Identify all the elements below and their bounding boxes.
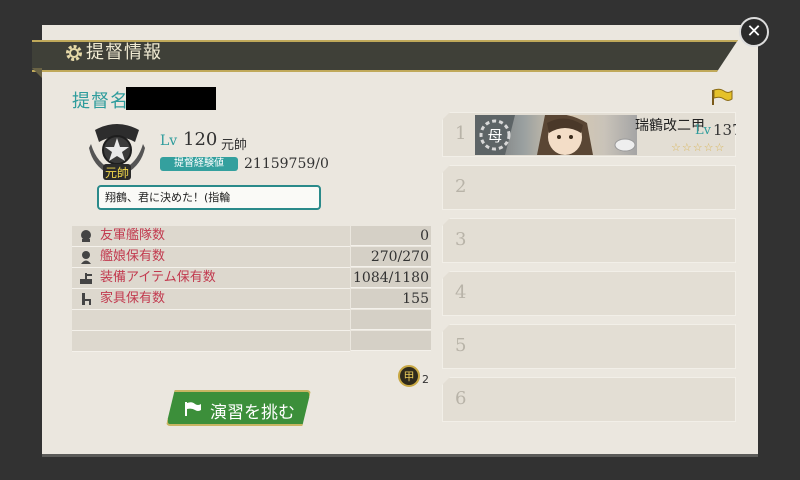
window-title: 提督情報	[86, 42, 162, 63]
fleet-icon	[81, 230, 91, 242]
stat-label: 家具保有数	[100, 291, 166, 306]
admiral-name-label: 提督名	[72, 91, 129, 112]
slot-number: 3	[455, 229, 467, 250]
admiral-rank: 元帥	[221, 138, 248, 153]
stat-value: 0	[351, 226, 431, 246]
shipgirl-icon	[81, 251, 91, 264]
slot-number: 2	[455, 176, 467, 197]
marshal-emblem-icon: 元帥	[89, 124, 145, 180]
ship-stars: ☆☆☆☆☆	[671, 141, 726, 154]
ship-banner: 母	[475, 114, 637, 155]
exp-badge: 提督経験値	[160, 157, 238, 171]
fleet-slot-3[interactable]: 3	[442, 218, 736, 263]
panel-shadow	[42, 454, 758, 457]
gear-icon	[66, 45, 82, 61]
stat-value	[351, 331, 431, 351]
equipment-icon	[80, 273, 92, 284]
close-button[interactable]: ✕	[739, 17, 769, 47]
slot-number: 6	[455, 388, 467, 409]
slot-number: 1	[455, 123, 467, 144]
level-label: Lv	[160, 133, 178, 149]
emblem-rank-text: 元帥	[105, 166, 129, 180]
fleet-slot-2[interactable]: 2	[442, 165, 736, 210]
ship-type-badge: 母	[487, 127, 502, 145]
flag-icon[interactable]	[710, 88, 734, 106]
fleet-slot-1[interactable]: 1 母 瑞鶴改二甲 Lv 137 ☆☆☆☆☆	[442, 112, 736, 157]
exercise-button-label: 演習を挑む	[210, 403, 295, 423]
admiral-level: 120	[183, 129, 218, 150]
ship-level-label: Lv	[695, 123, 711, 138]
exp-value: 21159759/0	[244, 156, 329, 172]
stat-row-equipment: 装備アイテム保有数 1084/1180	[72, 268, 431, 289]
medal-symbol: 甲	[404, 370, 415, 383]
fleet-slot-6[interactable]: 6	[442, 377, 736, 422]
ship-portrait: 母	[475, 114, 636, 155]
stat-label: 友軍艦隊数	[100, 228, 166, 243]
stat-value: 155	[351, 289, 431, 309]
stat-value: 1084/1180	[351, 268, 431, 288]
stat-value: 270/270	[351, 247, 431, 267]
flag-icon	[185, 402, 201, 416]
stat-row-empty	[72, 310, 431, 331]
comment-field[interactable]: 翔鶴、君に決めた！(指輪	[97, 185, 321, 210]
medal-count: 2	[422, 373, 429, 386]
stat-value	[351, 310, 431, 330]
fleet-slot-4[interactable]: 4	[442, 271, 736, 316]
medal-icon: 甲	[398, 365, 420, 387]
stat-label: 装備アイテム保有数	[100, 270, 216, 285]
fleet-slot-5[interactable]: 5	[442, 324, 736, 369]
admiral-name-redacted	[126, 87, 216, 110]
slot-number: 5	[455, 335, 467, 356]
stat-row-empty	[72, 331, 431, 352]
stat-label: 艦娘保有数	[100, 249, 166, 264]
furniture-icon	[82, 293, 91, 305]
stat-row-friend-fleets: 友軍艦隊数 0	[72, 226, 431, 247]
title-bar-corner	[32, 68, 42, 78]
challenge-exercise-button[interactable]: 演習を挑む	[166, 390, 311, 426]
stat-row-ships: 艦娘保有数 270/270	[72, 247, 431, 268]
stats-table: 友軍艦隊数 0 艦娘保有数 270/270 装備アイテム保有数 1084/118…	[72, 226, 431, 352]
stat-row-furniture: 家具保有数 155	[72, 289, 431, 310]
slot-number: 4	[455, 282, 467, 303]
